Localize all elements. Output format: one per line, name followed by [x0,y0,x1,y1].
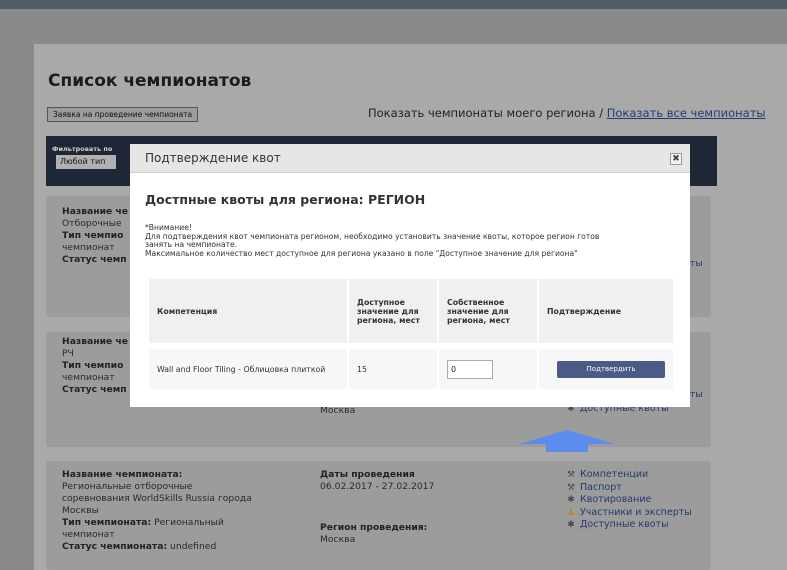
card-type-value: чемпионат [62,372,115,383]
dialog-note: *Внимание! Для подтверждения квот чемпио… [145,223,685,258]
gear-icon: ✱ [567,495,575,505]
card-name-line: Региональные отборочные [62,481,193,492]
confirm-cell: Подтвердить [539,349,673,389]
card-type-value: чемпионат [62,242,115,253]
competencies-label: Компетенции [580,469,649,480]
person-icon: ♟ [566,507,576,518]
column-header-competence: Компетенция [149,279,347,343]
wrench-icon: ⚒ [566,482,576,493]
wrench-icon: ⚒ [566,470,576,480]
card-name-label: Название че [62,336,128,347]
participants-experts-link[interactable]: ♟ Участники и эксперты [566,507,692,520]
page-title: Список чемпионатов [48,71,252,91]
card-type-label: Тип чемпио [62,230,124,241]
request-championship-button[interactable]: Заявка на проведение чемпионата [47,107,199,122]
card-name-value: РЧ [62,348,74,359]
available-cell: 15 [349,349,437,389]
region-filter-links: Показать чемпионаты моего региона / Пока… [368,106,765,120]
competencies-link[interactable]: ⚒ Компетенции [566,469,692,482]
card-status-label: Статус чемп [62,254,127,265]
card-links: ⚒ Компетенции ⚒ Паспорт ✱ Квотирование ♟ Уча… [566,469,692,532]
gear-icon: ✱ [567,520,575,530]
show-my-region-link[interactable]: Показать чемпионаты моего региона [368,106,596,120]
quoting-link[interactable]: ✱ Квотирование [566,494,692,507]
show-all-link[interactable]: Показать все чемпионаты [607,106,766,120]
card-status-label: Статус чемпионата: [62,541,168,552]
card-name-label: Название че [62,206,128,217]
championship-card: Название чемпионата: Региональные отборо… [46,461,711,570]
confirm-button[interactable]: Подтвердить [557,360,665,378]
dialog-header: Подтверждение квот ✖ [130,144,690,173]
column-header-confirmation: Подтверждение [539,279,673,343]
filter-label: Фильтровать по [52,145,113,153]
card-link-fragment[interactable]: ты [690,258,703,270]
card-status-value: undefined [167,541,217,552]
card-type-label: Тип чемпионата: [62,517,152,528]
card-dates-value: 06.02.2017 - 27.02.2017 [320,481,435,492]
card-type-value-line2: чемпионат [62,529,115,540]
card-status-label: Статус чемп [62,384,127,395]
available-quotas-link[interactable]: ✱ Доступные квоты [566,519,692,532]
top-bar [0,0,787,9]
available-quotas-label: Доступные квоты [580,519,669,530]
card-dates-label: Даты проведения [320,469,415,480]
card-link-fragment[interactable]: ты [690,389,703,401]
column-header-own-value: Собственное значение для региона, мест [439,279,537,343]
up-arrow-shape [519,430,615,452]
card-name-value: Отборочные [62,218,122,229]
table-row: Wall and Floor Tiling - Облицовка плитко… [149,349,673,389]
dialog-heading: Достпные квоты для региона: РЕГИОН [145,192,426,207]
competence-cell: Wall and Floor Tiling - Облицовка плитко… [149,349,347,389]
card-name-line: Москвы [62,505,99,516]
card-region-value: Москва [320,534,356,545]
quota-confirmation-dialog: Подтверждение квот ✖ Достпные квоты для … [130,144,690,407]
card-type-value: Региональный [151,517,224,528]
links-separator: / [595,106,607,120]
note-line: Максимальное количество мест доступное д… [145,248,578,258]
card-type-label: Тип чемпио [62,360,124,371]
participants-experts-label: Участники и эксперты [580,506,692,518]
column-header-available: Доступное значение для региона, мест [349,279,437,343]
passport-label: Паспорт [580,481,622,493]
card-name-line: соревнования WorldSkills Russia города [62,493,252,504]
quota-table: Компетенция Доступное значение для регио… [147,279,675,389]
close-icon[interactable]: ✖ [670,153,682,165]
card-name-label: Название чемпионата: [62,469,183,480]
championship-type-select[interactable]: Любой тип че [56,155,116,169]
own-value-input[interactable]: 0 [447,359,493,379]
card-region-label: Регион проведения: [320,522,428,533]
dialog-title: Подтверждение квот [145,151,281,165]
passport-link[interactable]: ⚒ Паспорт [566,482,692,495]
own-value-cell: 0 [439,349,537,389]
up-arrow-icon [519,430,615,452]
quoting-label: Квотирование [580,494,652,505]
